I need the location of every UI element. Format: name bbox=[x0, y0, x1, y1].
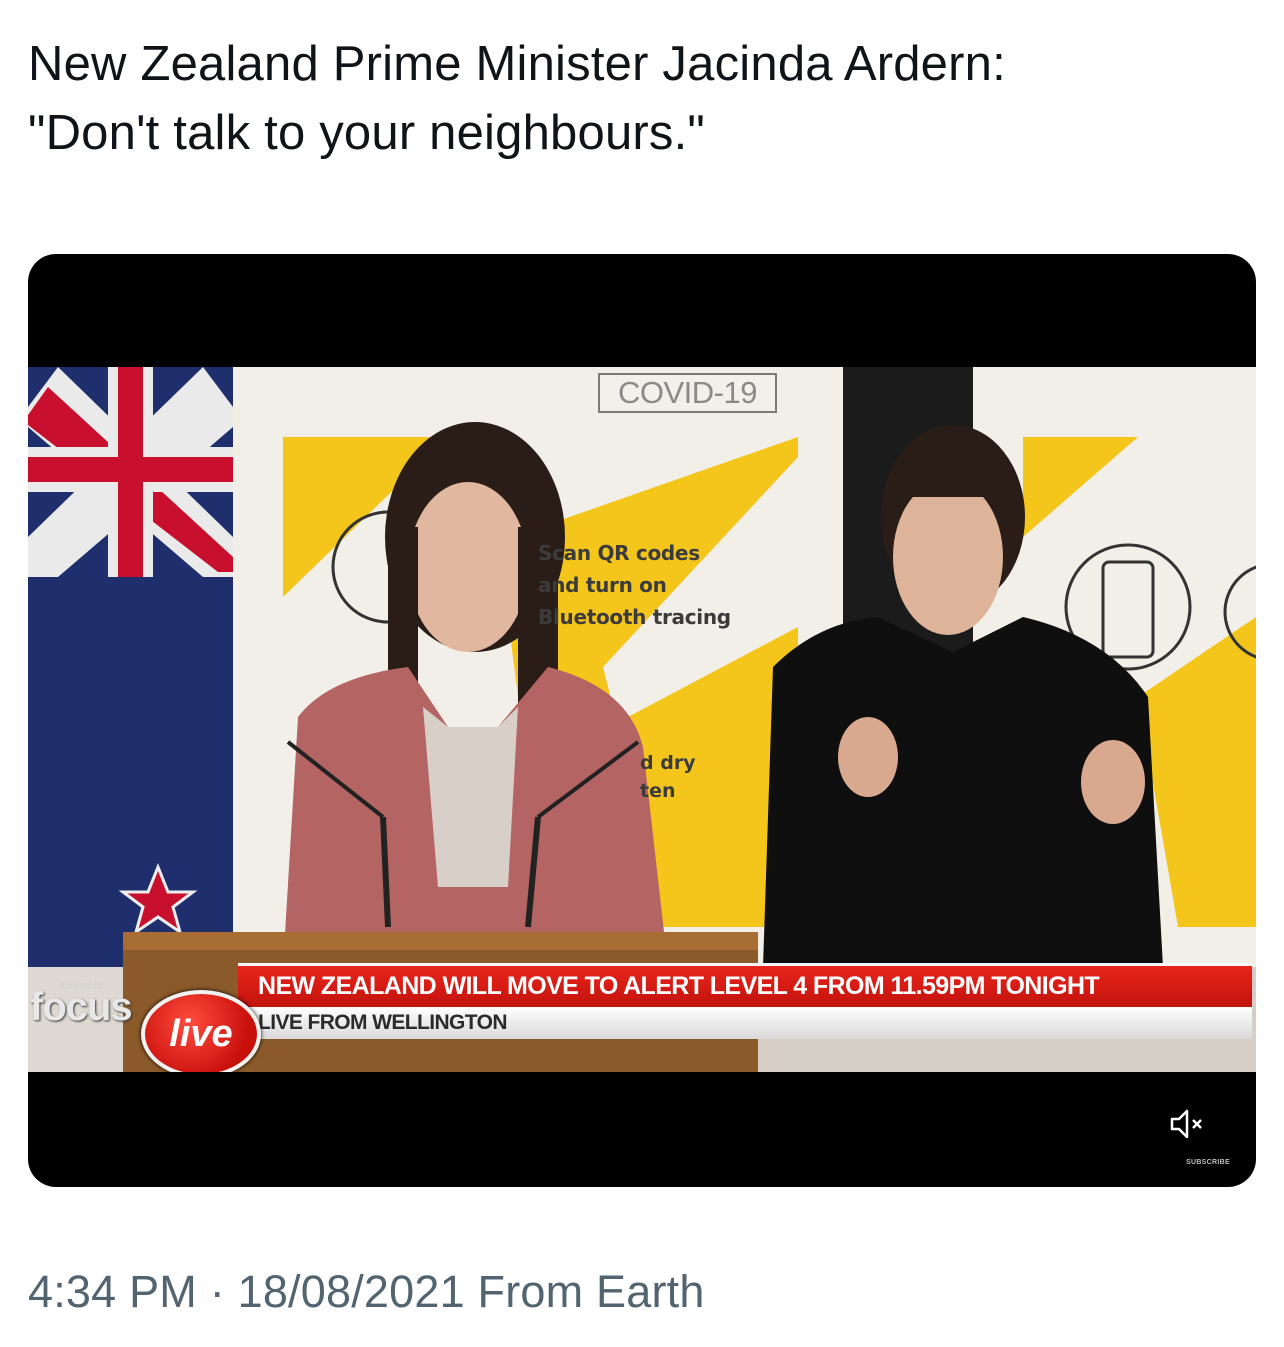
subheadline-banner: LIVE FROM WELLINGTON bbox=[238, 1007, 1252, 1039]
poster-instructions-lower: d dry ten bbox=[640, 749, 696, 805]
poster-line-2: and turn on bbox=[538, 573, 667, 597]
tweet-date[interactable]: 18/08/2021 bbox=[238, 1266, 465, 1317]
poster-line-1: Scan QR codes bbox=[538, 541, 700, 565]
tweet-time[interactable]: 4:34 PM bbox=[28, 1266, 197, 1317]
poster-covid-heading: COVID-19 bbox=[598, 373, 777, 413]
subscribe-watermark: SUBSCRIBE bbox=[1186, 1159, 1230, 1166]
poster-lower-line-2: ten bbox=[640, 780, 676, 802]
poster-instructions: Scan QR codes and turn on Bluetooth trac… bbox=[538, 537, 731, 633]
tweet-text: New Zealand Prime Minister Jacinda Arder… bbox=[28, 30, 1258, 168]
meta-separator: · bbox=[197, 1266, 238, 1317]
speaker-muted-icon[interactable] bbox=[1168, 1106, 1208, 1142]
subheadline-text: LIVE FROM WELLINGTON bbox=[258, 1011, 508, 1034]
tweet-text-line-1: New Zealand Prime Minister Jacinda Arder… bbox=[28, 37, 1006, 91]
headline-banner: NEW ZEALAND WILL MOVE TO ALERT LEVEL 4 F… bbox=[238, 963, 1252, 1007]
poster-lower-line-1: d dry bbox=[640, 752, 696, 774]
video-frame[interactable]: COVID-19 Scan QR codes and turn on Bluet… bbox=[28, 367, 1256, 1072]
headline-text: NEW ZEALAND WILL MOVE TO ALERT LEVEL 4 F… bbox=[258, 972, 1100, 1000]
live-badge: live bbox=[141, 990, 261, 1072]
poster-line-3: Bluetooth tracing bbox=[538, 605, 731, 629]
nz-flag bbox=[28, 367, 233, 967]
tweet-metadata: 4:34 PM · 18/08/2021 From Earth bbox=[28, 1266, 705, 1318]
tweet-source: From Earth bbox=[464, 1266, 705, 1317]
tweet-text-line-2: "Don't talk to your neighbours." bbox=[28, 106, 706, 160]
speaker-muted-icon-graphic bbox=[1170, 1109, 1202, 1139]
video-player[interactable]: COVID-19 Scan QR codes and turn on Bluet… bbox=[28, 254, 1256, 1187]
focus-logo: focus bbox=[30, 985, 133, 1029]
